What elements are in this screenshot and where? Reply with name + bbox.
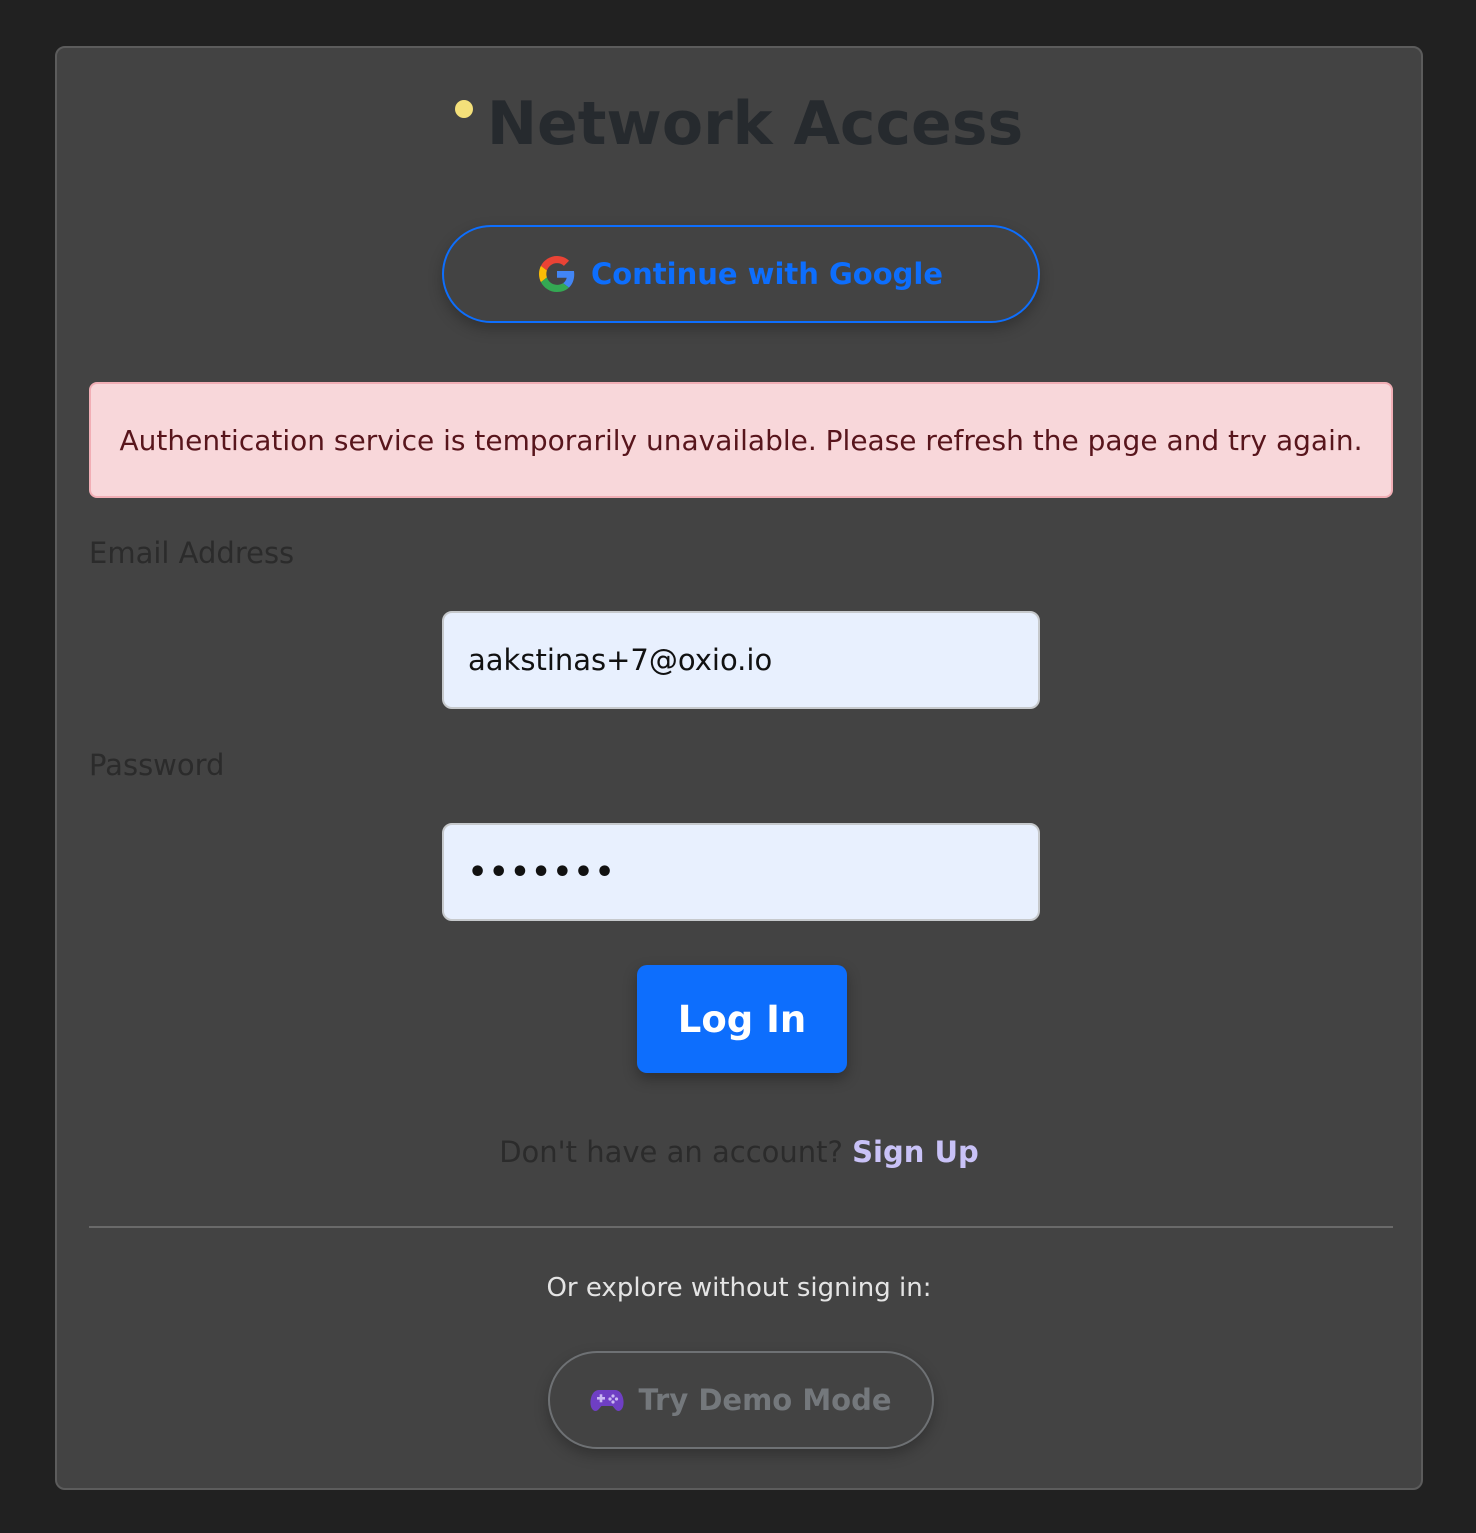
page-title: Network Access (57, 86, 1421, 162)
demo-mode-button[interactable]: Try Demo Mode (548, 1351, 934, 1449)
google-signin-label: Continue with Google (590, 257, 944, 291)
status-dot-icon (454, 100, 473, 119)
demo-mode-label: Try Demo Mode (638, 1383, 892, 1417)
email-label: Email Address (89, 536, 295, 570)
signup-row: Don't have an account? Sign Up (57, 1135, 1421, 1169)
login-button-label: Log In (677, 997, 807, 1041)
google-signin-button[interactable]: Continue with Google (442, 225, 1040, 323)
password-field[interactable]: ••••••• (442, 823, 1040, 921)
gamepad-icon (590, 1390, 625, 1411)
login-button[interactable]: Log In (637, 965, 847, 1073)
signup-prompt: Don't have an account? (499, 1135, 843, 1169)
divider (89, 1226, 1393, 1228)
error-alert: Authentication service is temporarily un… (89, 382, 1393, 498)
email-field[interactable]: aakstinas+7@oxio.io (442, 611, 1040, 709)
explore-text: Or explore without signing in: (546, 1273, 932, 1303)
signup-link[interactable]: Sign Up (852, 1135, 979, 1169)
login-card: Network Access Continue with Google Auth… (55, 46, 1423, 1490)
page-title-text: Network Access (486, 89, 1024, 159)
google-icon (538, 256, 575, 292)
error-alert-message: Authentication service is temporarily un… (119, 423, 1363, 457)
password-field-value: ••••••• (468, 854, 617, 890)
password-label: Password (89, 748, 225, 782)
email-field-value: aakstinas+7@oxio.io (468, 643, 773, 677)
